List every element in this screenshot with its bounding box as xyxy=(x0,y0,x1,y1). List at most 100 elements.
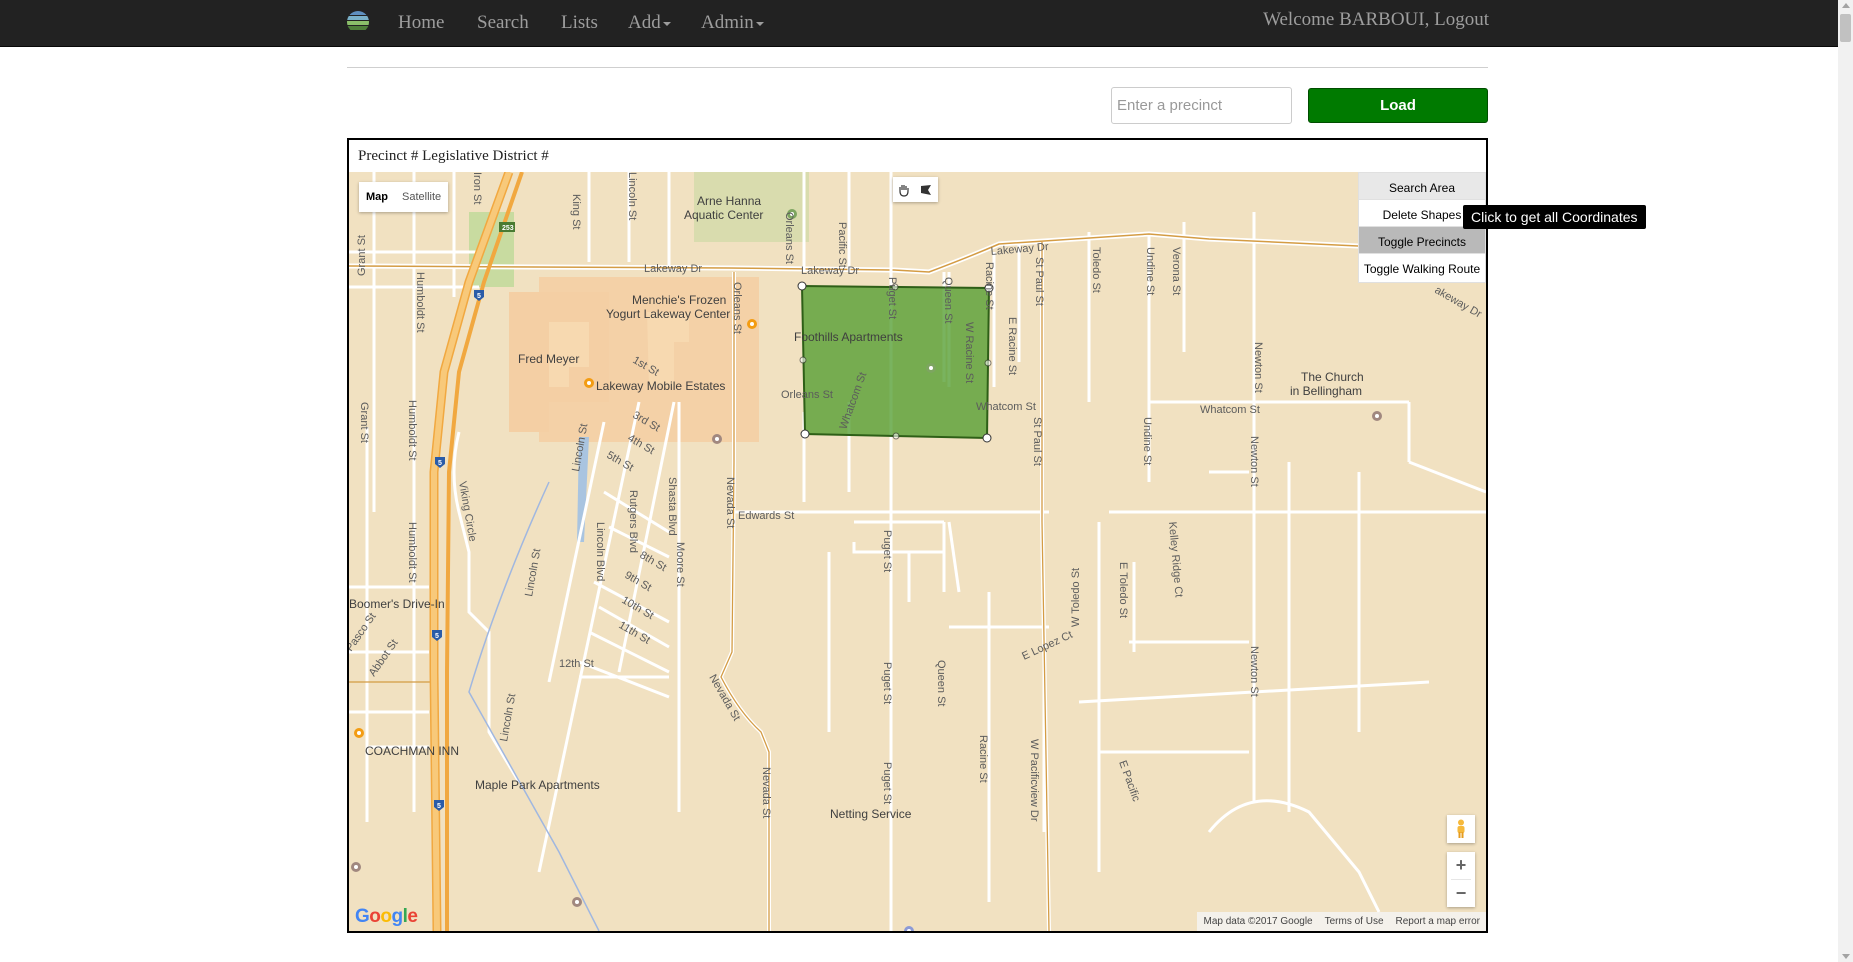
svg-text:St Paul St: St Paul St xyxy=(1031,417,1043,466)
svg-text:253: 253 xyxy=(502,225,514,232)
svg-text:Lincoln St: Lincoln St xyxy=(498,693,518,743)
svg-text:E Racine St: E Racine St xyxy=(1006,317,1018,375)
svg-text:Queen St: Queen St xyxy=(935,660,947,706)
scroll-thumb[interactable] xyxy=(1840,14,1851,42)
zoom-control: + − xyxy=(1447,852,1475,907)
svg-text:Newton St: Newton St xyxy=(1248,646,1260,697)
svg-text:Netting Service: Netting Service xyxy=(830,807,912,821)
svg-text:Orleans St: Orleans St xyxy=(783,212,795,264)
brand-logo-icon[interactable] xyxy=(347,11,369,33)
caret-down-icon xyxy=(662,21,671,26)
scroll-up-icon[interactable] xyxy=(1842,3,1850,8)
svg-text:5: 5 xyxy=(477,293,481,300)
zoom-out-icon[interactable]: − xyxy=(1447,880,1475,907)
page-scrollbar[interactable] xyxy=(1838,0,1853,962)
svg-text:Humboldt St: Humboldt St xyxy=(406,400,418,461)
svg-text:W Racine St: W Racine St xyxy=(963,322,975,383)
svg-text:Aquatic Center: Aquatic Center xyxy=(684,208,763,222)
caret-down-icon xyxy=(755,21,764,26)
svg-text:Toledo St: Toledo St xyxy=(1090,247,1102,293)
svg-text:Lincoln St: Lincoln St xyxy=(523,548,543,598)
svg-text:Undine St: Undine St xyxy=(1141,417,1153,465)
svg-text:5: 5 xyxy=(437,803,441,810)
svg-text:Maple Park Apartments: Maple Park Apartments xyxy=(475,778,600,792)
svg-text:11th St: 11th St xyxy=(617,619,652,646)
svg-text:Puget St: Puget St xyxy=(881,762,893,804)
google-logo: Google xyxy=(355,906,418,927)
precinct-input[interactable] xyxy=(1111,87,1292,124)
hand-pan-icon[interactable] xyxy=(893,177,915,202)
toggle-precincts-button[interactable]: Toggle Precincts xyxy=(1358,226,1486,256)
svg-text:Lakeway Dr: Lakeway Dr xyxy=(801,265,859,277)
svg-text:Iron St: Iron St xyxy=(471,172,483,204)
svg-text:Whatcom St: Whatcom St xyxy=(976,401,1036,413)
svg-text:Racine St: Racine St xyxy=(977,735,989,783)
divider xyxy=(347,67,1488,68)
svg-text:King St: King St xyxy=(570,194,582,229)
svg-text:Humboldt St: Humboldt St xyxy=(414,272,426,333)
nav-admin-label: Admin xyxy=(701,12,754,33)
svg-text:Boomer's Drive-In: Boomer's Drive-In xyxy=(349,597,445,611)
svg-text:5: 5 xyxy=(435,633,439,640)
svg-text:Puget St: Puget St xyxy=(886,277,898,319)
svg-text:Nevada St: Nevada St xyxy=(760,767,772,818)
map-attribution: Map data ©2017 Google Terms of Use Repor… xyxy=(1197,912,1486,931)
draw-polygon-icon[interactable] xyxy=(915,177,937,202)
svg-text:Undine St: Undine St xyxy=(1144,247,1156,295)
svg-text:Menchie's Frozen: Menchie's Frozen xyxy=(632,293,726,307)
svg-text:Pacific St: Pacific St xyxy=(836,222,848,268)
svg-text:12th St: 12th St xyxy=(559,658,594,670)
svg-text:E Pacific: E Pacific xyxy=(1116,759,1142,804)
svg-text:COACHMAN INN: COACHMAN INN xyxy=(365,744,459,758)
load-button[interactable]: Load xyxy=(1308,88,1488,123)
svg-text:Moore St: Moore St xyxy=(674,542,686,587)
toggle-walking-route-button[interactable]: Toggle Walking Route xyxy=(1358,253,1486,283)
svg-text:Nevada St: Nevada St xyxy=(724,477,736,528)
svg-text:Rutgers Blvd: Rutgers Blvd xyxy=(627,490,639,553)
map-panel: Precinct # Legislative District # 253 5 … xyxy=(347,138,1488,933)
svg-text:Whatcom St: Whatcom St xyxy=(1200,404,1260,416)
zoom-in-icon[interactable]: + xyxy=(1447,852,1475,879)
svg-text:Puget St: Puget St xyxy=(881,662,893,704)
map-type-map-button[interactable]: Map xyxy=(359,182,395,212)
drawing-toolbar xyxy=(893,177,938,202)
top-navbar: Home Search Lists Add Admin Welcome BARB… xyxy=(0,0,1838,47)
svg-text:W Pacificview Dr: W Pacificview Dr xyxy=(1028,739,1040,822)
svg-text:Lincoln St: Lincoln St xyxy=(626,172,638,220)
welcome-logout-link[interactable]: Welcome BARBOUI, Logout xyxy=(1263,8,1489,32)
svg-text:Racine St: Racine St xyxy=(983,262,995,310)
nav-add[interactable]: Add xyxy=(628,10,671,36)
map-base-layer[interactable]: 253 5 5 5 5 Lakeway Dr Lakeway Dr Lakewa… xyxy=(349,172,1486,931)
svg-text:Humboldt St: Humboldt St xyxy=(406,522,418,583)
map-data-text: Map data ©2017 Google xyxy=(1203,916,1313,927)
svg-text:E Lopez Ct: E Lopez Ct xyxy=(1020,629,1074,663)
map-type-toggle: Map Satellite xyxy=(359,182,449,212)
svg-text:Shasta Blvd: Shasta Blvd xyxy=(666,477,678,536)
scroll-down-icon[interactable] xyxy=(1842,954,1850,959)
nav-admin[interactable]: Admin xyxy=(701,10,764,36)
nav-home[interactable]: Home xyxy=(398,10,444,36)
svg-text:5th St: 5th St xyxy=(605,449,636,474)
svg-text:Arne Hanna: Arne Hanna xyxy=(697,194,761,208)
svg-text:Yogurt Lakeway Center: Yogurt Lakeway Center xyxy=(606,307,730,321)
minor-streets xyxy=(349,172,1486,913)
svg-text:Lakeway Dr: Lakeway Dr xyxy=(644,263,702,275)
terms-of-use-link[interactable]: Terms of Use xyxy=(1325,916,1384,927)
search-area-button[interactable]: Search Area xyxy=(1358,172,1486,202)
svg-text:Puget St: Puget St xyxy=(881,530,893,572)
street-view-pegman-icon[interactable] xyxy=(1447,815,1475,843)
map-header: Precinct # Legislative District # xyxy=(358,148,549,164)
nav-lists[interactable]: Lists xyxy=(561,10,598,36)
map-canvas[interactable]: 253 5 5 5 5 Lakeway Dr Lakeway Dr Lakewa… xyxy=(349,172,1486,931)
svg-text:10th St: 10th St xyxy=(620,594,656,622)
svg-text:The Church: The Church xyxy=(1301,370,1364,384)
svg-text:Orleans St: Orleans St xyxy=(781,389,833,401)
svg-text:Orleans St: Orleans St xyxy=(731,282,743,334)
svg-text:Lakeway Mobile Estates: Lakeway Mobile Estates xyxy=(596,379,725,393)
svg-text:W Toledo St: W Toledo St xyxy=(1070,568,1082,627)
report-map-error-link[interactable]: Report a map error xyxy=(1396,916,1480,927)
svg-text:Lincoln Blvd: Lincoln Blvd xyxy=(594,522,606,581)
map-type-satellite-button[interactable]: Satellite xyxy=(395,182,448,212)
svg-text:Fred Meyer: Fred Meyer xyxy=(518,352,579,366)
nav-search[interactable]: Search xyxy=(477,10,529,36)
